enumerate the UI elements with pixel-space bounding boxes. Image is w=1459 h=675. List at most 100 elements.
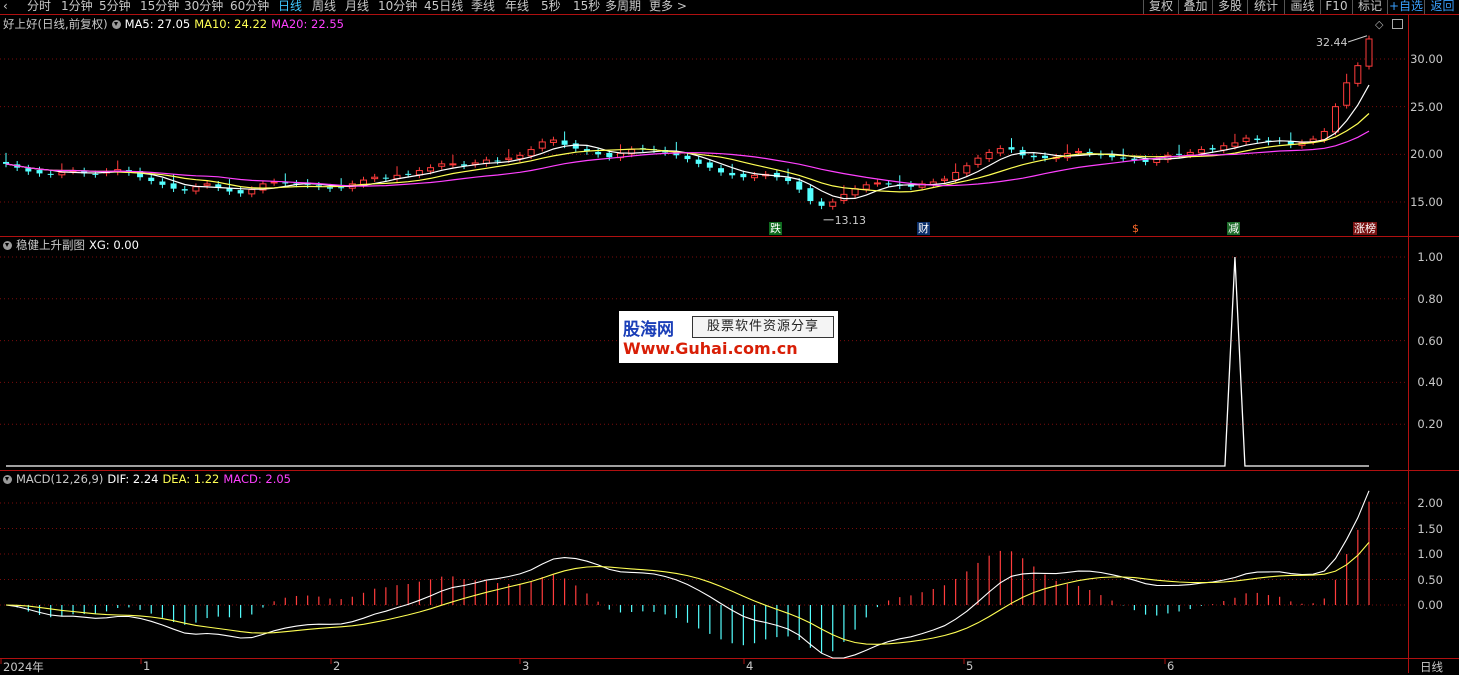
watermark-slogan: 股票软件资源分享 (692, 316, 834, 338)
x-axis-label-2: 2 (333, 659, 341, 673)
candle-body (940, 178, 948, 182)
candle-body (527, 149, 535, 157)
main-ytick-0: 30.00 (1410, 52, 1443, 66)
candle-body (785, 177, 792, 182)
candle-body (561, 140, 568, 145)
dea-line (5, 542, 1370, 645)
sub-ytick-3: 0.40 (1417, 375, 1443, 390)
candle-body (595, 151, 602, 155)
candle-body (751, 174, 759, 179)
candle-body (3, 161, 9, 164)
candle-body (494, 160, 501, 162)
candle-body (1331, 106, 1339, 133)
high-marker-arrow (1347, 35, 1368, 43)
candle-body (1209, 148, 1216, 150)
event-marker-1[interactable]: 财 (917, 222, 930, 235)
candle-body (92, 173, 99, 175)
candle-body (360, 179, 368, 185)
candle-body (203, 183, 211, 186)
event-marker-0[interactable]: 跌 (769, 222, 782, 235)
candle-body (829, 201, 837, 207)
x-axis-label-4: 4 (746, 659, 754, 673)
candle-body (170, 183, 177, 189)
candle-body (549, 139, 557, 143)
candle-body (862, 184, 870, 190)
candle-body (740, 173, 747, 178)
candle-body (516, 154, 524, 160)
candle-body (371, 176, 379, 180)
sub-ytick-4: 0.20 (1417, 417, 1443, 432)
watermark-url: Www.Guhai.com.cn (623, 339, 798, 358)
watermark: 股海网 股票软件资源分享 Www.Guhai.com.cn (619, 311, 838, 363)
candle-body (192, 186, 200, 192)
sub-ytick-2: 0.60 (1417, 333, 1443, 348)
x-axis-label-6: 6 (1167, 659, 1175, 673)
candle-body (1042, 155, 1049, 159)
dif-line (5, 490, 1370, 659)
candle-body (1343, 82, 1351, 106)
candle-body (706, 162, 713, 168)
candle-body (818, 201, 825, 206)
candle-body (36, 170, 43, 174)
macd-ytick-4: 0.00 (1417, 598, 1443, 612)
candle-body (25, 168, 32, 172)
candle-body (427, 167, 435, 172)
candle-body (58, 171, 66, 176)
macd-ytick-1: 1.50 (1417, 521, 1443, 536)
event-marker-4[interactable]: 涨榜 (1353, 222, 1377, 235)
candle-body (326, 187, 333, 189)
candle-body (695, 159, 702, 164)
candle-body (237, 190, 244, 194)
candle-body (985, 151, 993, 160)
candle-body (840, 193, 848, 202)
candle-body (338, 187, 345, 189)
candle-body (963, 165, 971, 174)
candle-body (1030, 155, 1037, 158)
macd-ytick-2: 1.00 (1417, 547, 1443, 561)
candle-body (885, 183, 892, 185)
candle-body (718, 168, 725, 173)
candle-body (1120, 157, 1127, 159)
macd-ytick-3: 0.50 (1417, 572, 1443, 587)
candle-body (181, 189, 188, 191)
main-ytick-3: 15.00 (1410, 195, 1443, 209)
high-marker-label: 32.44 (1316, 36, 1348, 49)
candle-body (538, 141, 546, 149)
candle-body (996, 148, 1004, 154)
candle-body (572, 143, 579, 149)
sub-ytick-1: 0.80 (1417, 291, 1443, 306)
candle-body (438, 163, 446, 167)
candle-body (505, 157, 513, 161)
x-axis-label-3: 3 (522, 659, 530, 673)
low-marker-label: 13.13 (835, 214, 867, 227)
event-marker-3[interactable]: 减 (1227, 222, 1240, 235)
candle-body (282, 182, 289, 184)
candle-body (1242, 137, 1250, 142)
x-axis-label-5: 5 (966, 659, 974, 673)
candle-body (1176, 153, 1183, 155)
candle-body (807, 188, 814, 202)
candle-body (974, 157, 982, 165)
candle-body (1354, 65, 1362, 84)
candle-body (1008, 147, 1015, 150)
candle-body (1231, 142, 1239, 147)
watermark-logo: 股海网 (623, 320, 674, 340)
sub-ytick-0: 1.00 (1417, 250, 1443, 264)
candle-body (270, 181, 278, 184)
candle-body (1197, 149, 1205, 154)
candle-body (159, 181, 166, 185)
candle-body (1365, 38, 1373, 67)
candle-body (796, 181, 803, 190)
candle-body (1254, 138, 1261, 141)
event-marker-2[interactable]: $ (1131, 222, 1140, 235)
candle-body (382, 177, 389, 179)
macd-ytick-0: 2.00 (1417, 496, 1443, 510)
candle-body (729, 172, 736, 176)
candle-body (952, 171, 960, 181)
candle-body (873, 182, 881, 185)
candle-body (47, 173, 54, 175)
x-axis-label-1: 1 (143, 659, 151, 673)
main-ytick-1: 25.00 (1410, 99, 1443, 114)
candle-body (248, 189, 256, 195)
candle-body (148, 177, 155, 182)
